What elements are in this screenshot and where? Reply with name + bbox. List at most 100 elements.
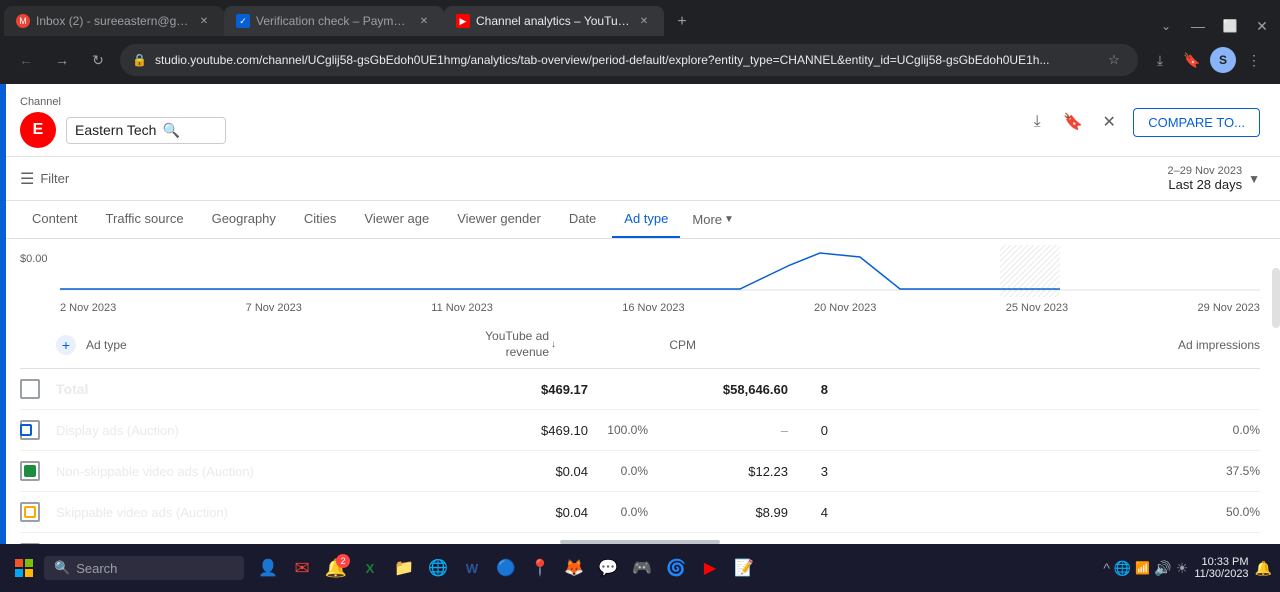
payments-favicon: ✓ (236, 14, 250, 28)
taskbar-edge-app[interactable]: 🌐 (422, 552, 454, 584)
forward-btn[interactable]: → (48, 46, 76, 74)
bookmark-btn[interactable]: 🔖 (1178, 46, 1206, 74)
star-btn[interactable]: ☆ (1102, 48, 1126, 72)
download-analytics-btn[interactable]: ⤓ (1025, 110, 1049, 134)
scroll-indicator (560, 540, 720, 544)
tab-ad-type[interactable]: Ad type (612, 201, 680, 238)
taskbar-app9[interactable]: 🌀 (660, 552, 692, 584)
filter-icon: ☰ (20, 169, 34, 189)
revenue-label-line2: revenue (506, 345, 549, 361)
total-checkbox-area (20, 379, 56, 399)
tab-content[interactable]: Content (20, 201, 90, 238)
col-header-revenue[interactable]: YouTube ad revenue ↓ (396, 329, 556, 360)
col-type-label: Ad type (86, 338, 127, 352)
taskbar-game-app[interactable]: 🎮 (626, 552, 658, 584)
profile-avatar[interactable]: S (1210, 47, 1236, 73)
taskbar-files-app[interactable]: 📁 (388, 552, 420, 584)
channel-info: E Eastern Tech 🔍 (20, 112, 226, 148)
taskbar-firefox-app[interactable]: 🦊 (558, 552, 590, 584)
avatar-letter: E (33, 121, 44, 139)
tab-menu-btn[interactable]: ⌄ (1152, 16, 1180, 36)
tab-bar: M Inbox (2) - sureeastern@gmai... ✕ ✓ Ve… (0, 0, 1280, 36)
total-checkbox[interactable] (20, 379, 40, 399)
taskbar-maps-app[interactable]: 📍 (524, 552, 556, 584)
impressions-label: Ad impressions (1178, 338, 1260, 352)
display-checkbox[interactable] (20, 420, 40, 440)
col-header-cpm[interactable]: CPM (556, 338, 696, 352)
non-skip-checkbox[interactable] (20, 461, 40, 481)
taskbar-word-app[interactable]: W (456, 552, 488, 584)
tray-volume[interactable]: 🔊 (1154, 560, 1171, 577)
non-skip-checkbox-area (20, 461, 56, 481)
chart-date-6: 25 Nov 2023 (1006, 302, 1068, 314)
browser-chrome: M Inbox (2) - sureeastern@gmai... ✕ ✓ Ve… (0, 0, 1280, 84)
tab-youtube[interactable]: ▶ Channel analytics – YouTube Stu... ✕ (444, 6, 664, 36)
tab-gmail[interactable]: M Inbox (2) - sureeastern@gmai... ✕ (4, 6, 224, 36)
tray-brightness[interactable]: ☀ (1176, 560, 1189, 577)
taskbar-notify-app[interactable]: 🔔 2 (320, 552, 352, 584)
tray-network[interactable]: 🌐 (1114, 560, 1131, 577)
display-impressions-pct: 0.0% (828, 423, 1260, 437)
non-skip-impressions: 3 (788, 464, 828, 479)
taskbar-search[interactable]: 🔍 Search (44, 556, 244, 580)
chart-container: $0.00 2 Nov 2023 7 Nov 2023 11 Nov 2023 … (0, 239, 1280, 321)
tray-network2[interactable]: 📶 (1135, 561, 1150, 575)
save-report-btn[interactable]: 🔖 (1061, 110, 1085, 134)
date-range-info: 2–29 Nov 2023 Last 28 days (1167, 165, 1242, 192)
tray-chevron[interactable]: ^ (1103, 560, 1110, 576)
start-button[interactable] (8, 552, 40, 584)
taskbar-excel-app[interactable]: X (354, 552, 386, 584)
table-row-non-skippable: Non-skippable video ads (Auction) $0.04 … (20, 451, 1260, 492)
chart-date-7: 29 Nov 2023 (1198, 302, 1260, 314)
close-window-btn[interactable]: ✕ (1248, 16, 1276, 36)
filter-left[interactable]: ☰ Filter (20, 169, 69, 189)
new-tab-button[interactable]: + (668, 8, 696, 36)
date-range-selector[interactable]: 2–29 Nov 2023 Last 28 days ▼ (1167, 165, 1260, 192)
left-color-strip (0, 84, 6, 544)
restore-btn[interactable]: ⬜ (1216, 16, 1244, 36)
skip-checkbox[interactable] (20, 502, 40, 522)
table-header-row: + Ad type YouTube ad revenue ↓ CPM Ad im… (20, 321, 1260, 369)
tab-payments-label: Verification check – Payments –... (256, 14, 410, 28)
skip-label: Skippable video ads (Auction) (56, 505, 488, 520)
minimize-btn[interactable]: — (1184, 16, 1212, 36)
tab-traffic-source[interactable]: Traffic source (94, 201, 196, 238)
refresh-btn[interactable]: ↻ (84, 46, 112, 74)
channel-search-icon[interactable]: 🔍 (162, 122, 179, 139)
skip-revenue: $0.04 (488, 505, 588, 520)
tab-gmail-close[interactable]: ✕ (196, 13, 212, 29)
notification-center-btn[interactable]: 🔔 (1255, 560, 1272, 577)
main-content: Channel E Eastern Tech 🔍 ⤓ 🔖 ✕ COMPARE T… (0, 84, 1280, 544)
tab-viewer-gender[interactable]: Viewer gender (445, 201, 553, 238)
taskbar-user-icon[interactable]: 👤 (252, 552, 284, 584)
tab-payments-close[interactable]: ✕ (416, 13, 432, 29)
tab-viewer-age[interactable]: Viewer age (352, 201, 441, 238)
back-btn[interactable]: ← (12, 46, 40, 74)
non-skip-revenue: $0.04 (488, 464, 588, 479)
taskbar-search-icon: 🔍 (54, 560, 70, 576)
channel-search-box[interactable]: Eastern Tech 🔍 (66, 117, 226, 144)
cpm-label: CPM (669, 338, 696, 352)
vertical-scrollbar[interactable] (1272, 268, 1280, 328)
compare-to-button[interactable]: COMPARE TO... (1133, 108, 1260, 137)
taskbar-mail-app[interactable]: ✉ (286, 552, 318, 584)
tab-cities[interactable]: Cities (292, 201, 349, 238)
tab-payments[interactable]: ✓ Verification check – Payments –... ✕ (224, 6, 444, 36)
tab-more-button[interactable]: More ▼ (684, 202, 742, 237)
table-container: + Ad type YouTube ad revenue ↓ CPM Ad im… (0, 321, 1280, 544)
download-btn[interactable]: ⤓ (1146, 46, 1174, 74)
taskbar-youtube-app[interactable]: ▶ (694, 552, 726, 584)
tab-youtube-close[interactable]: ✕ (636, 13, 652, 29)
taskbar-whatsapp-app[interactable]: 💬 (592, 552, 624, 584)
taskbar-chrome-app[interactable]: 🔵 (490, 552, 522, 584)
taskbar-clock[interactable]: 10:33 PM 11/30/2023 (1194, 556, 1248, 580)
skip-impressions-pct: 50.0% (828, 505, 1260, 519)
tab-date[interactable]: Date (557, 201, 608, 238)
add-metric-btn[interactable]: + (56, 335, 76, 355)
close-panel-btn[interactable]: ✕ (1097, 110, 1121, 134)
taskbar-notes-app[interactable]: 📝 (728, 552, 760, 584)
tab-geography[interactable]: Geography (200, 201, 288, 238)
url-bar[interactable]: 🔒 studio.youtube.com/channel/UCglij58-gs… (120, 44, 1138, 76)
chart-date-3: 11 Nov 2023 (431, 302, 493, 314)
extensions-btn[interactable]: ⋮ (1240, 46, 1268, 74)
